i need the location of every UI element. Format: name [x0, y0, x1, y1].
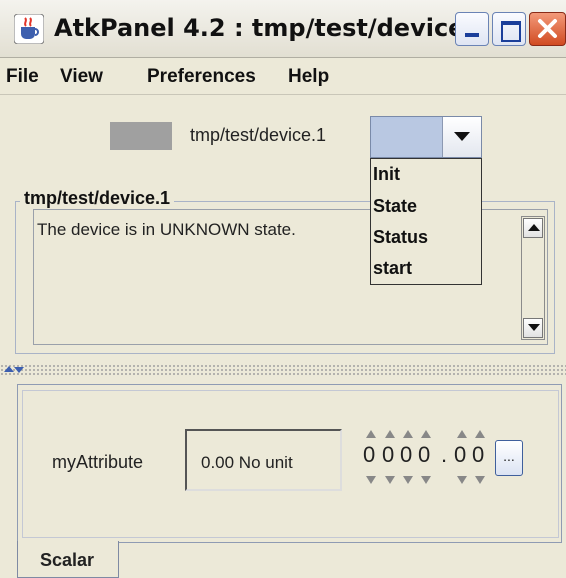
wheel-up-icon[interactable] [366, 430, 376, 438]
command-combo[interactable] [370, 116, 482, 158]
command-option-status[interactable]: Status [373, 227, 428, 248]
wheel-digit-value: 0 [472, 442, 485, 467]
device-state-indicator [110, 122, 172, 150]
wheel-up-icon[interactable] [475, 430, 485, 438]
status-scrollbar[interactable] [521, 216, 545, 340]
window-title: AtkPanel 4.2 : tmp/test/device.1 [54, 14, 491, 42]
wheel-up-icon[interactable] [457, 430, 467, 438]
wheel-digit-value: 0 [400, 442, 413, 467]
attribute-name-label: myAttribute [52, 452, 144, 472]
wheel-up-icon[interactable] [385, 430, 395, 438]
wheel-down-icon[interactable] [475, 476, 485, 484]
wheel-digit-4[interactable]: 0 [418, 430, 438, 486]
attribute-more-button[interactable]: ... [495, 440, 523, 476]
wheel-digit-value: 0 [454, 442, 467, 467]
scroll-up-button[interactable] [523, 218, 543, 238]
wheel-down-icon[interactable] [366, 476, 376, 484]
arrow-up-icon [528, 224, 540, 231]
wheel-decimal-separator: . [441, 442, 448, 467]
minimize-button[interactable] [455, 12, 489, 46]
wheel-down-icon[interactable] [457, 476, 467, 484]
command-combo-arrow-button[interactable] [442, 117, 481, 157]
menu-file[interactable]: File [6, 66, 39, 88]
arrow-down-icon [528, 324, 540, 331]
wheel-up-icon[interactable] [421, 430, 431, 438]
wheel-digit-value: 0 [382, 442, 395, 467]
attribute-value-viewer: 0.00 No unit [185, 429, 342, 491]
wheel-down-icon[interactable] [403, 476, 413, 484]
close-icon [538, 19, 557, 38]
tab-scalar-label: Scalar [40, 550, 95, 570]
wheel-down-icon[interactable] [421, 476, 431, 484]
menu-preferences[interactable]: Preferences [147, 66, 256, 88]
device-name-label: tmp/test/device.1 [190, 125, 327, 145]
wheel-digit-value: 0 [363, 442, 376, 467]
wheel-down-icon[interactable] [385, 476, 395, 484]
command-dropdown-list: Init State Status start [370, 158, 482, 285]
attribute-value-text: 0.00 No unit [201, 453, 293, 472]
tab-scalar[interactable]: Scalar [17, 541, 119, 578]
split-pane-divider[interactable] [0, 364, 566, 375]
menu-bar: File View Preferences Help [0, 58, 566, 95]
command-option-state[interactable]: State [373, 196, 417, 217]
command-option-start[interactable]: start [373, 258, 412, 279]
maximize-icon [501, 21, 521, 42]
wheel-digit-3[interactable]: 0 [400, 430, 420, 486]
scroll-down-button[interactable] [523, 318, 543, 338]
menu-help[interactable]: Help [288, 66, 329, 88]
wheel-digit-6[interactable]: 0 [472, 430, 492, 486]
wheel-up-icon[interactable] [403, 430, 413, 438]
wheel-digit-5[interactable]: 0 [454, 430, 474, 486]
wheel-digit-2[interactable]: 0 [382, 430, 402, 486]
java-cup-icon [14, 14, 44, 44]
chevron-down-icon [454, 132, 470, 141]
command-combo-field[interactable] [373, 119, 443, 155]
menu-view[interactable]: View [60, 66, 103, 88]
minimize-icon [465, 33, 479, 37]
close-button[interactable] [529, 12, 566, 46]
status-group-title: tmp/test/device.1 [20, 188, 175, 209]
app-window: AtkPanel 4.2 : tmp/test/device.1 File Vi… [0, 0, 566, 578]
wheel-digit-value: 0 [418, 442, 431, 467]
title-bar[interactable]: AtkPanel 4.2 : tmp/test/device.1 [0, 0, 566, 58]
split-collapse-up-icon[interactable] [4, 366, 14, 372]
command-option-init[interactable]: Init [373, 164, 400, 185]
wheel-digit-1[interactable]: 0 [363, 430, 383, 486]
maximize-button[interactable] [492, 12, 526, 46]
status-text: The device is in UNKNOWN state. [37, 220, 296, 239]
split-collapse-down-icon[interactable] [14, 367, 24, 373]
